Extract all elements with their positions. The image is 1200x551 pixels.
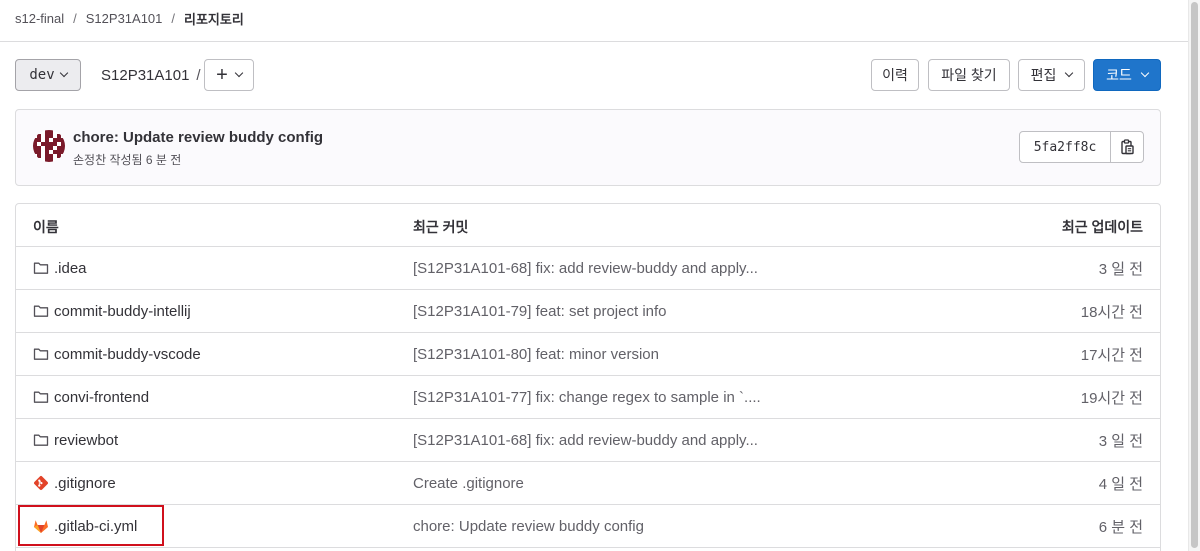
table-row[interactable]: commit-buddy-vscode [S12P31A101-80] feat… [16, 333, 1160, 376]
file-name-cell[interactable]: reviewbot [33, 419, 118, 461]
gitlab-icon [34, 520, 48, 533]
plus-icon: + [216, 64, 228, 86]
file-name[interactable]: commit-buddy-intellij [54, 303, 191, 320]
table-row[interactable]: commit-buddy-intellij [S12P31A101-79] fe… [16, 290, 1160, 333]
breadcrumb-group[interactable]: s12-final [15, 11, 64, 26]
repo-path-separator: / [196, 66, 201, 84]
table-row[interactable]: convi-frontend [S12P31A101-77] fix: chan… [16, 376, 1160, 419]
file-name-cell[interactable]: .idea [33, 247, 87, 289]
folder-icon [33, 434, 49, 446]
table-row[interactable]: reviewbot [S12P31A101-68] fix: add revie… [16, 419, 1160, 462]
folder-icon [33, 262, 49, 274]
updated-time: 19시간 전 [1080, 389, 1143, 407]
commit-title[interactable]: chore: Update review buddy config [73, 129, 323, 146]
updated-time: 17시간 전 [1080, 346, 1143, 364]
commit-message-link[interactable]: Create .gitignore [413, 462, 524, 504]
vertical-scrollbar[interactable] [1188, 0, 1200, 551]
breadcrumb: s12-final / S12P31A101 / 리포지토리 [15, 0, 244, 36]
breadcrumb-project[interactable]: S12P31A101 [86, 11, 163, 26]
table-row[interactable]: .idea [S12P31A101-68] fix: add review-bu… [16, 247, 1160, 290]
file-name[interactable]: .gitlab-ci.yml [54, 518, 137, 535]
file-tree-table: 이름 최근 커밋 최근 업데이트 .idea [S12P31A101-68] f… [15, 203, 1161, 551]
file-name-cell[interactable]: convi-frontend [33, 376, 149, 418]
file-name[interactable]: convi-frontend [54, 389, 149, 406]
breadcrumb-separator: / [73, 10, 77, 26]
header-divider [0, 41, 1188, 42]
branch-selector[interactable]: dev [15, 59, 81, 91]
code-dropdown-button[interactable]: 코드 [1093, 59, 1161, 91]
edit-dropdown-button[interactable]: 편집 [1018, 59, 1085, 91]
code-button-label: 코드 [1106, 67, 1132, 83]
file-name[interactable]: commit-buddy-vscode [54, 346, 201, 363]
branch-name: dev [29, 67, 55, 83]
commit-message-link[interactable]: chore: Update review buddy config [413, 505, 644, 547]
updated-time: 18시간 전 [1080, 303, 1143, 321]
chevron-down-icon [234, 68, 244, 78]
find-file-button-label: 파일 찾기 [941, 67, 997, 83]
breadcrumb-current[interactable]: 리포지토리 [184, 9, 244, 28]
column-header-name: 이름 [33, 219, 59, 235]
commit-author-meta: 손정찬 작성됨 6 분 전 [73, 153, 182, 167]
file-name-cell[interactable]: commit-buddy-vscode [33, 333, 201, 375]
commit-message-link[interactable]: [S12P31A101-80] feat: minor version [413, 333, 659, 375]
find-file-button[interactable]: 파일 찾기 [928, 59, 1010, 91]
history-button-label: 이력 [882, 67, 908, 83]
clipboard-icon [1121, 139, 1134, 155]
add-to-tree-button[interactable]: + [204, 59, 254, 91]
git-icon [34, 476, 48, 490]
file-name-cell[interactable]: .gitignore [33, 462, 116, 504]
chevron-down-icon [1065, 68, 1074, 78]
updated-time: 3 일 전 [1098, 260, 1143, 278]
column-header-last-update: 최근 업데이트 [1061, 219, 1143, 235]
file-name-cell[interactable]: .gitlab-ci.yml [33, 505, 137, 547]
scrollbar-thumb[interactable] [1191, 2, 1198, 548]
table-row[interactable]: .gitlab-ci.yml chore: Update review budd… [16, 505, 1160, 548]
chevron-down-icon [59, 68, 68, 78]
avatar[interactable] [33, 130, 65, 162]
updated-time: 3 일 전 [1098, 432, 1143, 450]
folder-icon [33, 348, 49, 360]
file-name[interactable]: reviewbot [54, 432, 118, 449]
table-row[interactable]: .gitignore Create .gitignore 4 일 전 [16, 462, 1160, 505]
column-header-last-commit: 최근 커밋 [413, 219, 469, 235]
file-name-cell[interactable]: commit-buddy-intellij [33, 290, 191, 332]
chevron-down-icon [1140, 68, 1150, 78]
commit-message-link[interactable]: [S12P31A101-68] fix: add review-buddy an… [413, 419, 758, 461]
copy-sha-button[interactable] [1110, 131, 1144, 163]
commit-message-link[interactable]: [S12P31A101-77] fix: change regex to sam… [413, 376, 761, 418]
file-name[interactable]: .idea [54, 260, 87, 277]
commit-message-link[interactable]: [S12P31A101-68] fix: add review-buddy an… [413, 247, 758, 289]
commit-sha[interactable]: 5fa2ff8c [1019, 131, 1111, 163]
table-header: 이름 최근 커밋 최근 업데이트 [16, 204, 1160, 247]
last-commit-panel: chore: Update review buddy config 손정찬 작성… [15, 109, 1161, 186]
breadcrumb-separator: / [171, 10, 176, 26]
updated-time: 6 분 전 [1098, 518, 1143, 536]
edit-button-label: 편집 [1030, 67, 1057, 83]
repo-path: S12P31A101 / [101, 59, 201, 91]
repo-path-root[interactable]: S12P31A101 [101, 67, 189, 84]
folder-icon [33, 391, 49, 403]
updated-time: 4 일 전 [1098, 475, 1143, 493]
folder-icon [33, 305, 49, 317]
file-name[interactable]: .gitignore [54, 475, 116, 492]
history-button[interactable]: 이력 [871, 59, 919, 91]
commit-message-link[interactable]: [S12P31A101-79] feat: set project info [413, 290, 667, 332]
